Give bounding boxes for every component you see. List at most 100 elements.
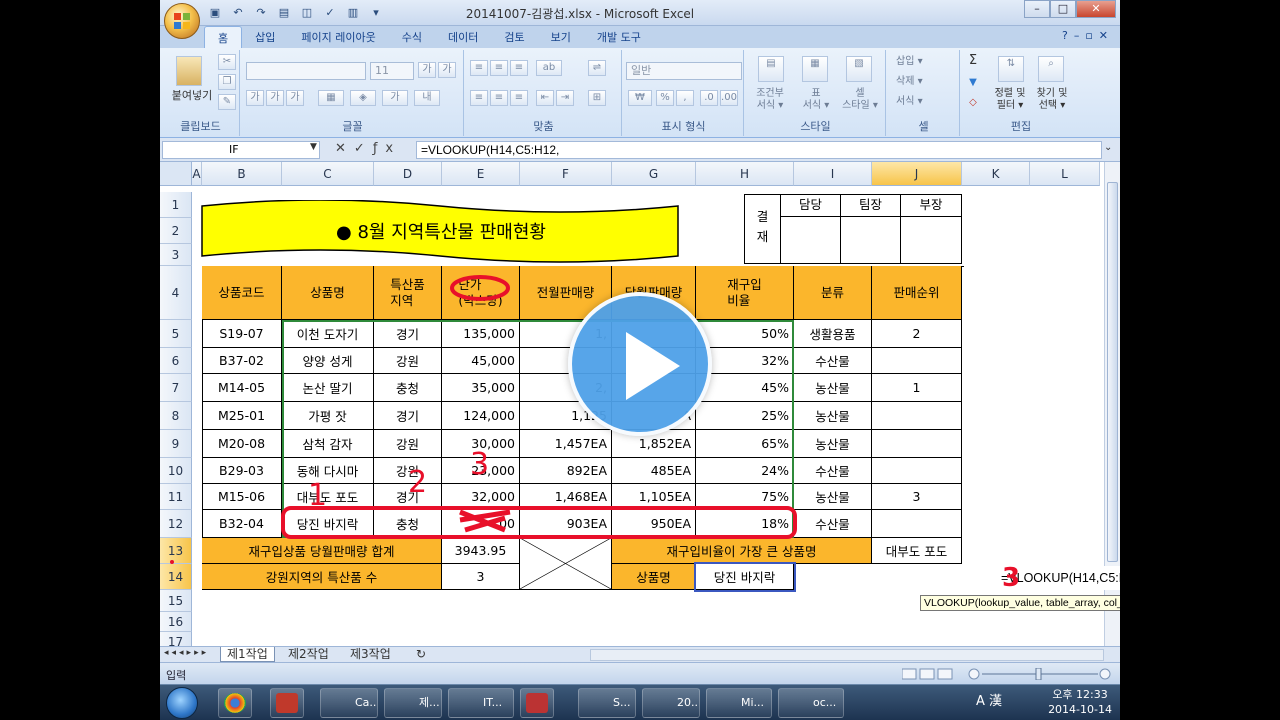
tab-page-layout[interactable]: 페이지 레이아웃: [288, 26, 388, 48]
table-cell[interactable]: 903EA: [520, 510, 612, 538]
sheet-tab-3[interactable]: 제3작업: [344, 647, 397, 662]
summary-label-cell[interactable]: 강원지역의 특산품 수: [202, 564, 442, 590]
row-header-9[interactable]: 9: [160, 430, 192, 458]
table-cell[interactable]: 충청: [374, 374, 442, 402]
table-cell[interactable]: 1,105EA: [612, 484, 696, 510]
font-name-select[interactable]: [246, 62, 366, 80]
sort-filter-icon[interactable]: ⇅: [998, 56, 1024, 82]
column-header-H[interactable]: H: [696, 162, 794, 186]
ime-indicator[interactable]: A 漢: [976, 694, 1002, 709]
fill-color-icon[interactable]: ◈: [350, 90, 376, 106]
insert-cells-button[interactable]: 삽입 ▾: [896, 56, 956, 68]
summary-value-cell[interactable]: 3: [442, 564, 520, 590]
ie-taskbar-button[interactable]: IT...: [448, 688, 514, 718]
table-cell[interactable]: 25%: [696, 402, 794, 430]
row-header-15[interactable]: 15: [160, 590, 192, 612]
screen-recorder-taskbar-button[interactable]: S...: [578, 688, 636, 718]
insert-function-icon[interactable]: ƒx: [373, 141, 401, 156]
enter-icon[interactable]: ✓: [354, 141, 373, 156]
table-cell[interactable]: 경기: [374, 484, 442, 510]
table-cell[interactable]: 45,000: [442, 348, 520, 374]
oc-taskbar-button[interactable]: oc...: [778, 688, 844, 718]
table-cell[interactable]: 동해 다시마: [282, 458, 374, 484]
table-cell[interactable]: 강원: [374, 430, 442, 458]
merge-center-icon[interactable]: ⊞: [588, 90, 606, 106]
tab-review[interactable]: 검토: [491, 26, 537, 48]
border-icon[interactable]: ▦: [318, 90, 344, 106]
table-header-cell[interactable]: 분류: [794, 266, 872, 320]
table-cell[interactable]: 00: [442, 510, 520, 538]
table-cell[interactable]: 24%: [696, 458, 794, 484]
cell-styles-icon[interactable]: ▧: [846, 56, 872, 82]
office-button[interactable]: [164, 3, 200, 39]
expand-formula-icon[interactable]: ⌄: [1104, 142, 1118, 158]
align-left-icon[interactable]: ≡: [470, 90, 488, 106]
chrome-taskbar-button[interactable]: [218, 688, 252, 718]
table-cell[interactable]: 가평 잣: [282, 402, 374, 430]
table-header-cell[interactable]: 단가 (박스당): [442, 266, 520, 320]
column-header-D[interactable]: D: [374, 162, 442, 186]
table-cell[interactable]: 18%: [696, 510, 794, 538]
active-cell-editor[interactable]: =VLOOKUP(H14,C5:H12,: [966, 566, 1120, 590]
table-cell[interactable]: 대부도 포도: [282, 484, 374, 510]
table-cell[interactable]: 1,468EA: [520, 484, 612, 510]
format-painter-icon[interactable]: ✎: [218, 94, 236, 110]
column-header-I[interactable]: I: [794, 162, 872, 186]
row-header-13[interactable]: 13: [160, 538, 192, 564]
shrink-font-icon[interactable]: 가: [438, 62, 456, 78]
table-cell[interactable]: 경기: [374, 402, 442, 430]
table-cell[interactable]: 3: [872, 484, 962, 510]
excel-taskbar-button[interactable]: 20...: [642, 688, 700, 718]
approval-sign-cell[interactable]: [841, 217, 901, 263]
tab-developer[interactable]: 개발 도구: [584, 26, 654, 48]
summary-value-cell[interactable]: 3943.95: [442, 538, 520, 564]
row-header-8[interactable]: 8: [160, 402, 192, 430]
tab-insert[interactable]: 삽입: [242, 26, 288, 48]
font-color-icon[interactable]: 가: [382, 90, 408, 106]
app-taskbar-button[interactable]: [520, 688, 554, 718]
table-cell[interactable]: B32-04: [202, 510, 282, 538]
table-header-cell[interactable]: 상품코드: [202, 266, 282, 320]
align-right-icon[interactable]: ≡: [510, 90, 528, 106]
ribbon-help-icon[interactable]: ?–▫✕: [1062, 29, 1114, 42]
column-header-B[interactable]: B: [202, 162, 282, 186]
conditional-format-button[interactable]: 조건부 서식 ▾: [746, 88, 794, 112]
maximize-button[interactable]: □: [1050, 0, 1076, 18]
wrap-text-icon[interactable]: ⇌: [588, 60, 606, 76]
zoom-slider[interactable]: [902, 668, 1112, 680]
table-cell[interactable]: 485EA: [612, 458, 696, 484]
row-header-3[interactable]: 3: [160, 244, 192, 266]
align-top-icon[interactable]: ≡: [470, 60, 488, 76]
column-header-J[interactable]: J: [872, 162, 962, 186]
currency-icon[interactable]: ₩: [628, 90, 652, 106]
grow-font-icon[interactable]: 가: [418, 62, 436, 78]
copy-icon[interactable]: ❐: [218, 74, 236, 90]
row-header-1[interactable]: 1: [160, 192, 192, 218]
table-cell[interactable]: 32,000: [442, 484, 520, 510]
video-play-button[interactable]: [568, 292, 712, 436]
table-cell[interactable]: 35,000: [442, 374, 520, 402]
format-table-button[interactable]: 표 서식 ▾: [792, 88, 840, 112]
paste-icon[interactable]: [176, 56, 202, 86]
italic-icon[interactable]: 가: [266, 90, 284, 106]
sheet-tab-1[interactable]: 제1작업: [220, 647, 275, 662]
row-header-16[interactable]: 16: [160, 612, 192, 632]
table-cell[interactable]: 농산물: [794, 374, 872, 402]
underline-icon[interactable]: 가: [286, 90, 304, 106]
row-header-14[interactable]: 14: [160, 564, 192, 590]
clear-icon[interactable]: ◇: [964, 96, 982, 112]
column-header-K[interactable]: K: [962, 162, 1030, 186]
new-sheet-icon[interactable]: ↻: [410, 647, 432, 662]
table-cell[interactable]: 950EA: [612, 510, 696, 538]
tab-home[interactable]: 홈: [204, 26, 243, 48]
tab-data[interactable]: 데이터: [435, 26, 491, 48]
table-cell[interactable]: 수산물: [794, 510, 872, 538]
format-cells-button[interactable]: 서식 ▾: [896, 96, 956, 108]
table-cell[interactable]: 892EA: [520, 458, 612, 484]
table-cell[interactable]: 농산물: [794, 430, 872, 458]
table-cell[interactable]: S19-07: [202, 320, 282, 348]
table-cell[interactable]: 강원: [374, 458, 442, 484]
approval-sign-cell[interactable]: [781, 217, 841, 263]
filezilla-taskbar-button[interactable]: [270, 688, 304, 718]
table-cell[interactable]: 124,000: [442, 402, 520, 430]
